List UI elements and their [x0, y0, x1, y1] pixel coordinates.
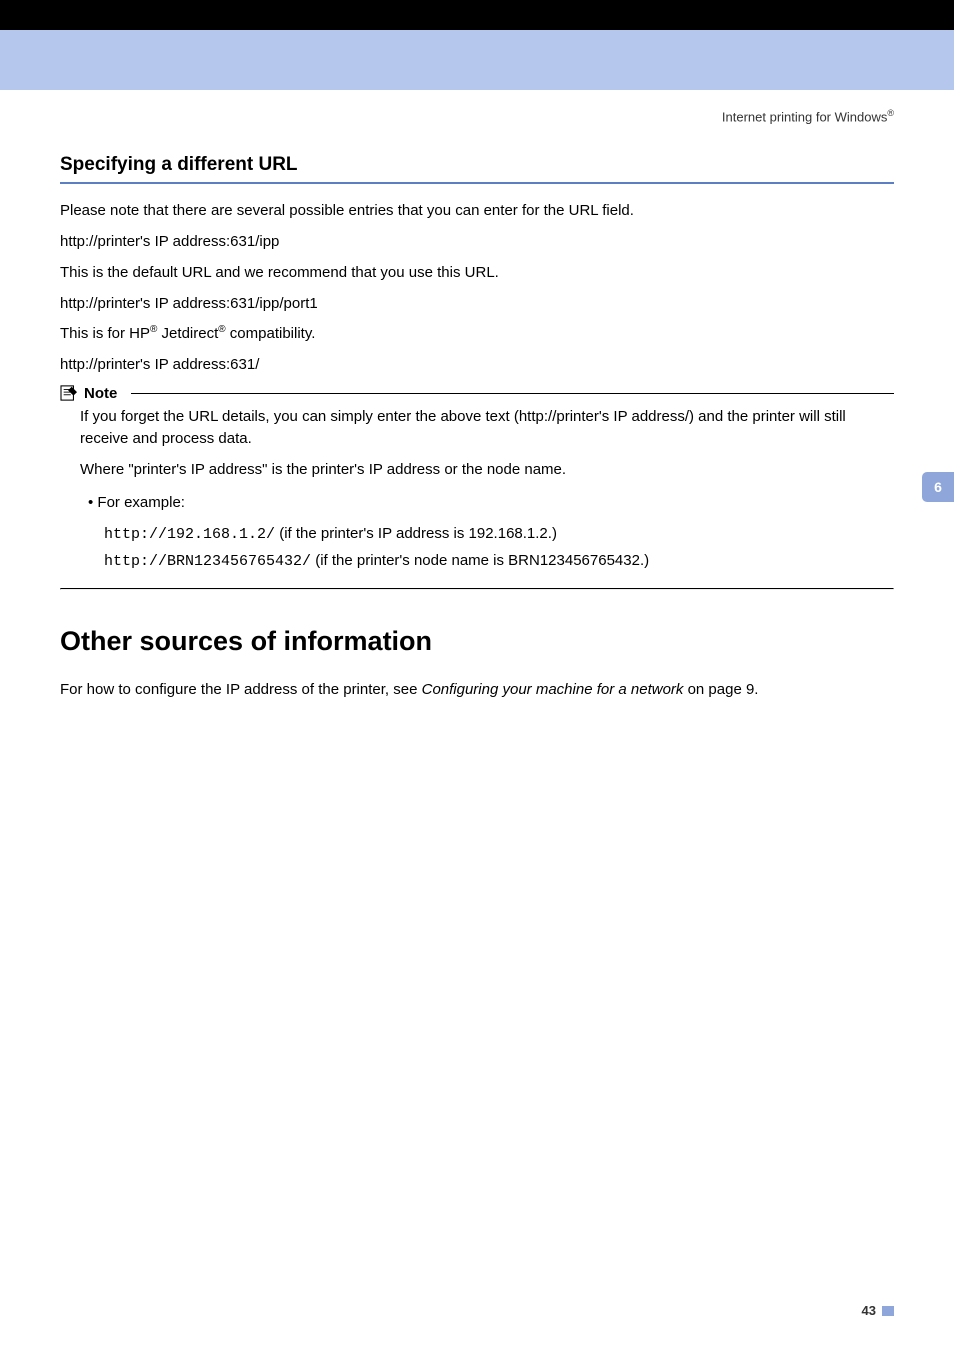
chapter-number: 6: [934, 479, 942, 495]
top-blue-bar: [0, 30, 954, 90]
jd-sup: ®: [218, 324, 225, 335]
note-rule-bottom: [60, 588, 894, 590]
url-1: http://printer's IP address:631/ipp: [60, 231, 894, 253]
url-2-desc: This is for HP® Jetdirect® compatibility…: [60, 323, 894, 345]
jd-mid: Jetdirect: [157, 325, 218, 342]
note-p1: If you forget the URL details, you can s…: [80, 406, 894, 450]
header-sup: ®: [887, 108, 894, 118]
note-bullet: For example:: [80, 491, 894, 515]
example-2: http://BRN123456765432/ (if the printer'…: [80, 548, 894, 575]
header-text: Internet printing for Windows: [722, 109, 887, 124]
page-footer: 43: [862, 1303, 894, 1318]
section-heading-rule: [60, 182, 894, 184]
other-post: on page 9.: [683, 681, 758, 698]
running-header: Internet printing for Windows®: [60, 108, 894, 124]
note-header: Note: [60, 385, 894, 402]
url-2: http://printer's IP address:631/ipp/port…: [60, 293, 894, 315]
url-1-desc: This is the default URL and we recommend…: [60, 262, 894, 284]
ex1-tail: (if the printer's IP address is 192.168.…: [275, 525, 557, 542]
note-label: Note: [84, 385, 117, 402]
top-black-bar: [0, 0, 954, 30]
section-heading: Specifying a different URL: [60, 154, 894, 176]
footer-mark-icon: [882, 1306, 894, 1316]
page-number: 43: [862, 1303, 876, 1318]
other-pre: For how to configure the IP address of t…: [60, 681, 422, 698]
other-info-para: For how to configure the IP address of t…: [60, 679, 894, 701]
para-intro: Please note that there are several possi…: [60, 200, 894, 222]
ex2-tail: (if the printer's node name is BRN123456…: [311, 552, 649, 569]
other-xref[interactable]: Configuring your machine for a network: [422, 681, 684, 698]
page-content: Internet printing for Windows® Specifyin…: [0, 90, 954, 701]
ex1-code: http://192.168.1.2/: [104, 526, 275, 543]
note-icon: [60, 385, 78, 401]
url-3: http://printer's IP address:631/: [60, 354, 894, 376]
ex2-code: http://BRN123456765432/: [104, 553, 311, 570]
chapter-tab: 6: [922, 472, 954, 502]
note-p2: Where "printer's IP address" is the prin…: [80, 459, 894, 481]
note-body: If you forget the URL details, you can s…: [60, 406, 894, 584]
compat-post: compatibility.: [226, 325, 316, 342]
example-1: http://192.168.1.2/ (if the printer's IP…: [80, 521, 894, 548]
other-info-heading: Other sources of information: [60, 626, 894, 657]
note-rule-top: [131, 393, 894, 394]
hp-pre: This is for HP: [60, 325, 150, 342]
